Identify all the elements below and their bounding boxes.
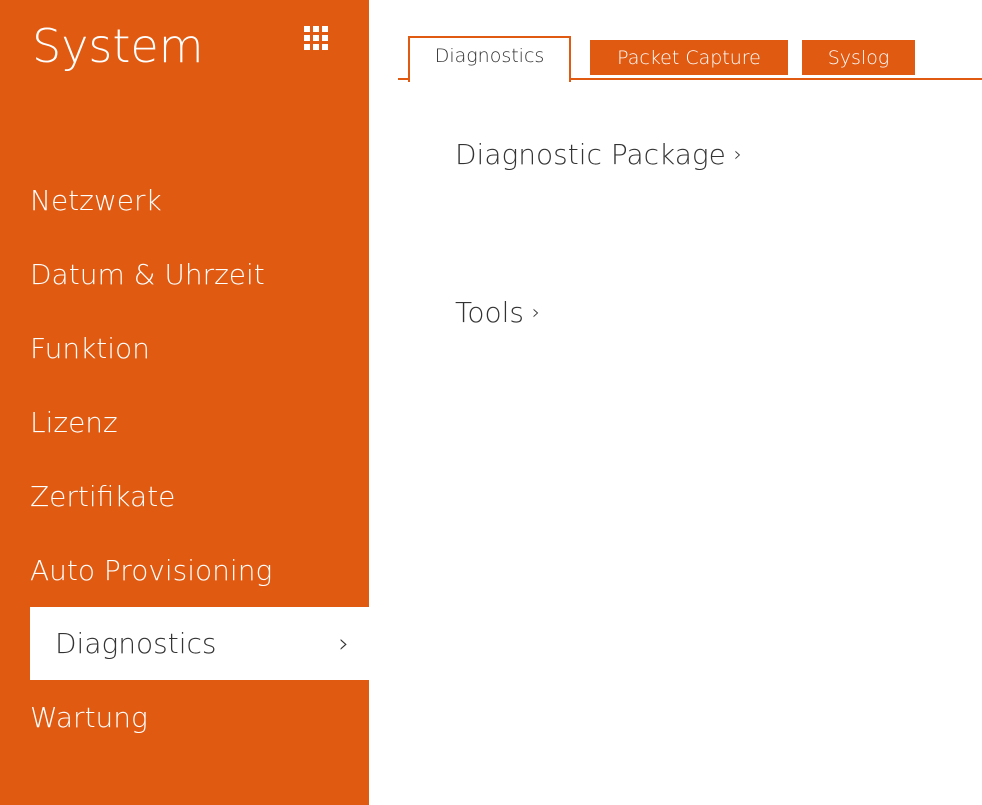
chevron-right-icon: › xyxy=(338,628,349,659)
chevron-right-icon: › xyxy=(531,300,540,324)
sidebar-item-wartung[interactable]: Wartung xyxy=(30,680,369,754)
sidebar-item-label: Funktion xyxy=(30,331,150,365)
sidebar-nav: Netzwerk Datum & Uhrzeit Funktion Lizenz… xyxy=(30,163,369,754)
tab-diagnostics[interactable]: Diagnostics xyxy=(408,36,571,82)
sidebar-item-label: Zertifikate xyxy=(30,479,176,513)
sidebar-item-auto-provisioning[interactable]: Auto Provisioning xyxy=(30,533,369,607)
sidebar-item-diagnostics[interactable]: Diagnostics › xyxy=(30,607,369,680)
sidebar-item-datum-uhrzeit[interactable]: Datum & Uhrzeit xyxy=(30,237,369,311)
tab-bar: Diagnostics Packet Capture Syslog xyxy=(398,36,982,82)
diagnostic-package-link[interactable]: Diagnostic Package › xyxy=(455,138,742,171)
page: System Netzwerk Datum & Uhrzeit Funktion xyxy=(0,0,982,805)
sidebar-item-netzwerk[interactable]: Netzwerk xyxy=(30,163,369,237)
sidebar-item-label: Datum & Uhrzeit xyxy=(30,257,265,291)
tab-packet-capture[interactable]: Packet Capture xyxy=(590,40,788,75)
sidebar-item-label: Auto Provisioning xyxy=(30,553,273,587)
tab-syslog[interactable]: Syslog xyxy=(802,40,915,75)
sidebar-item-zertifikate[interactable]: Zertifikate xyxy=(30,459,369,533)
sidebar-item-lizenz[interactable]: Lizenz xyxy=(30,385,369,459)
chevron-right-icon: › xyxy=(733,142,742,166)
section-label: Tools xyxy=(455,296,524,329)
section-label: Diagnostic Package xyxy=(455,138,726,171)
sidebar-item-label: Lizenz xyxy=(30,405,118,439)
grid-icon[interactable] xyxy=(304,26,328,50)
sidebar-item-label: Diagnostics xyxy=(55,627,217,660)
sidebar-item-label: Netzwerk xyxy=(30,183,162,217)
sidebar: System Netzwerk Datum & Uhrzeit Funktion xyxy=(0,0,369,805)
sidebar-item-label: Wartung xyxy=(30,700,148,734)
sidebar-item-funktion[interactable]: Funktion xyxy=(30,311,369,385)
sidebar-title: System xyxy=(32,19,204,73)
tools-link[interactable]: Tools › xyxy=(455,296,540,329)
